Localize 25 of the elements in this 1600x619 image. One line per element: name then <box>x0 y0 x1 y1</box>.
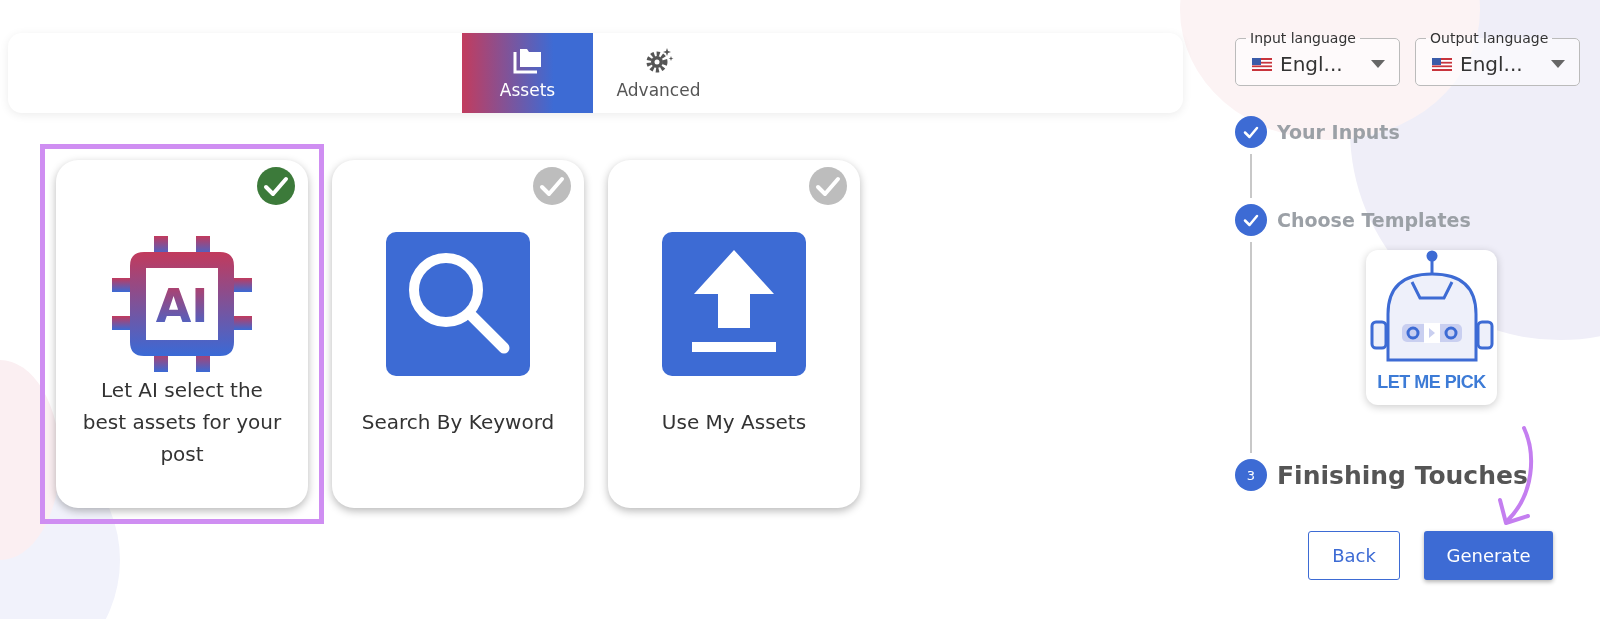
folders-icon <box>512 46 543 74</box>
search-icon <box>386 232 530 376</box>
option-label: Use My Assets <box>661 409 807 436</box>
dropdown-value: Engl... <box>1460 52 1524 76</box>
step-label: Finishing Touches <box>1277 460 1528 490</box>
dropdown-label: Input language <box>1249 29 1357 47</box>
step-number: 3 <box>1235 459 1267 491</box>
option-label: Let AI select the best assets for your post <box>81 377 283 468</box>
step-label: Your Inputs <box>1277 121 1400 143</box>
option-card[interactable]: Use My Assets <box>608 160 860 508</box>
dropdown-label: Output language <box>1429 29 1550 47</box>
tab[interactable]: Assets <box>462 33 593 113</box>
template-card[interactable]: LET ME PICK <box>1366 250 1497 405</box>
option-card[interactable]: AI Let AI select the best assets for your post <box>56 160 308 508</box>
dropdown-value: Engl... <box>1280 52 1344 76</box>
option-card[interactable]: Search By Keyword <box>332 160 584 508</box>
generate-button[interactable]: Generate <box>1424 531 1553 580</box>
template-label: LET ME PICK <box>1377 372 1486 393</box>
tab[interactable]: Advanced <box>593 33 724 113</box>
caret-icon <box>1551 60 1565 68</box>
step-label: Choose Templates <box>1277 209 1471 231</box>
option-label: Search By Keyword <box>361 409 555 436</box>
upload-icon <box>662 232 806 376</box>
caret-icon <box>1371 60 1385 68</box>
back-button[interactable]: Back <box>1308 531 1400 580</box>
